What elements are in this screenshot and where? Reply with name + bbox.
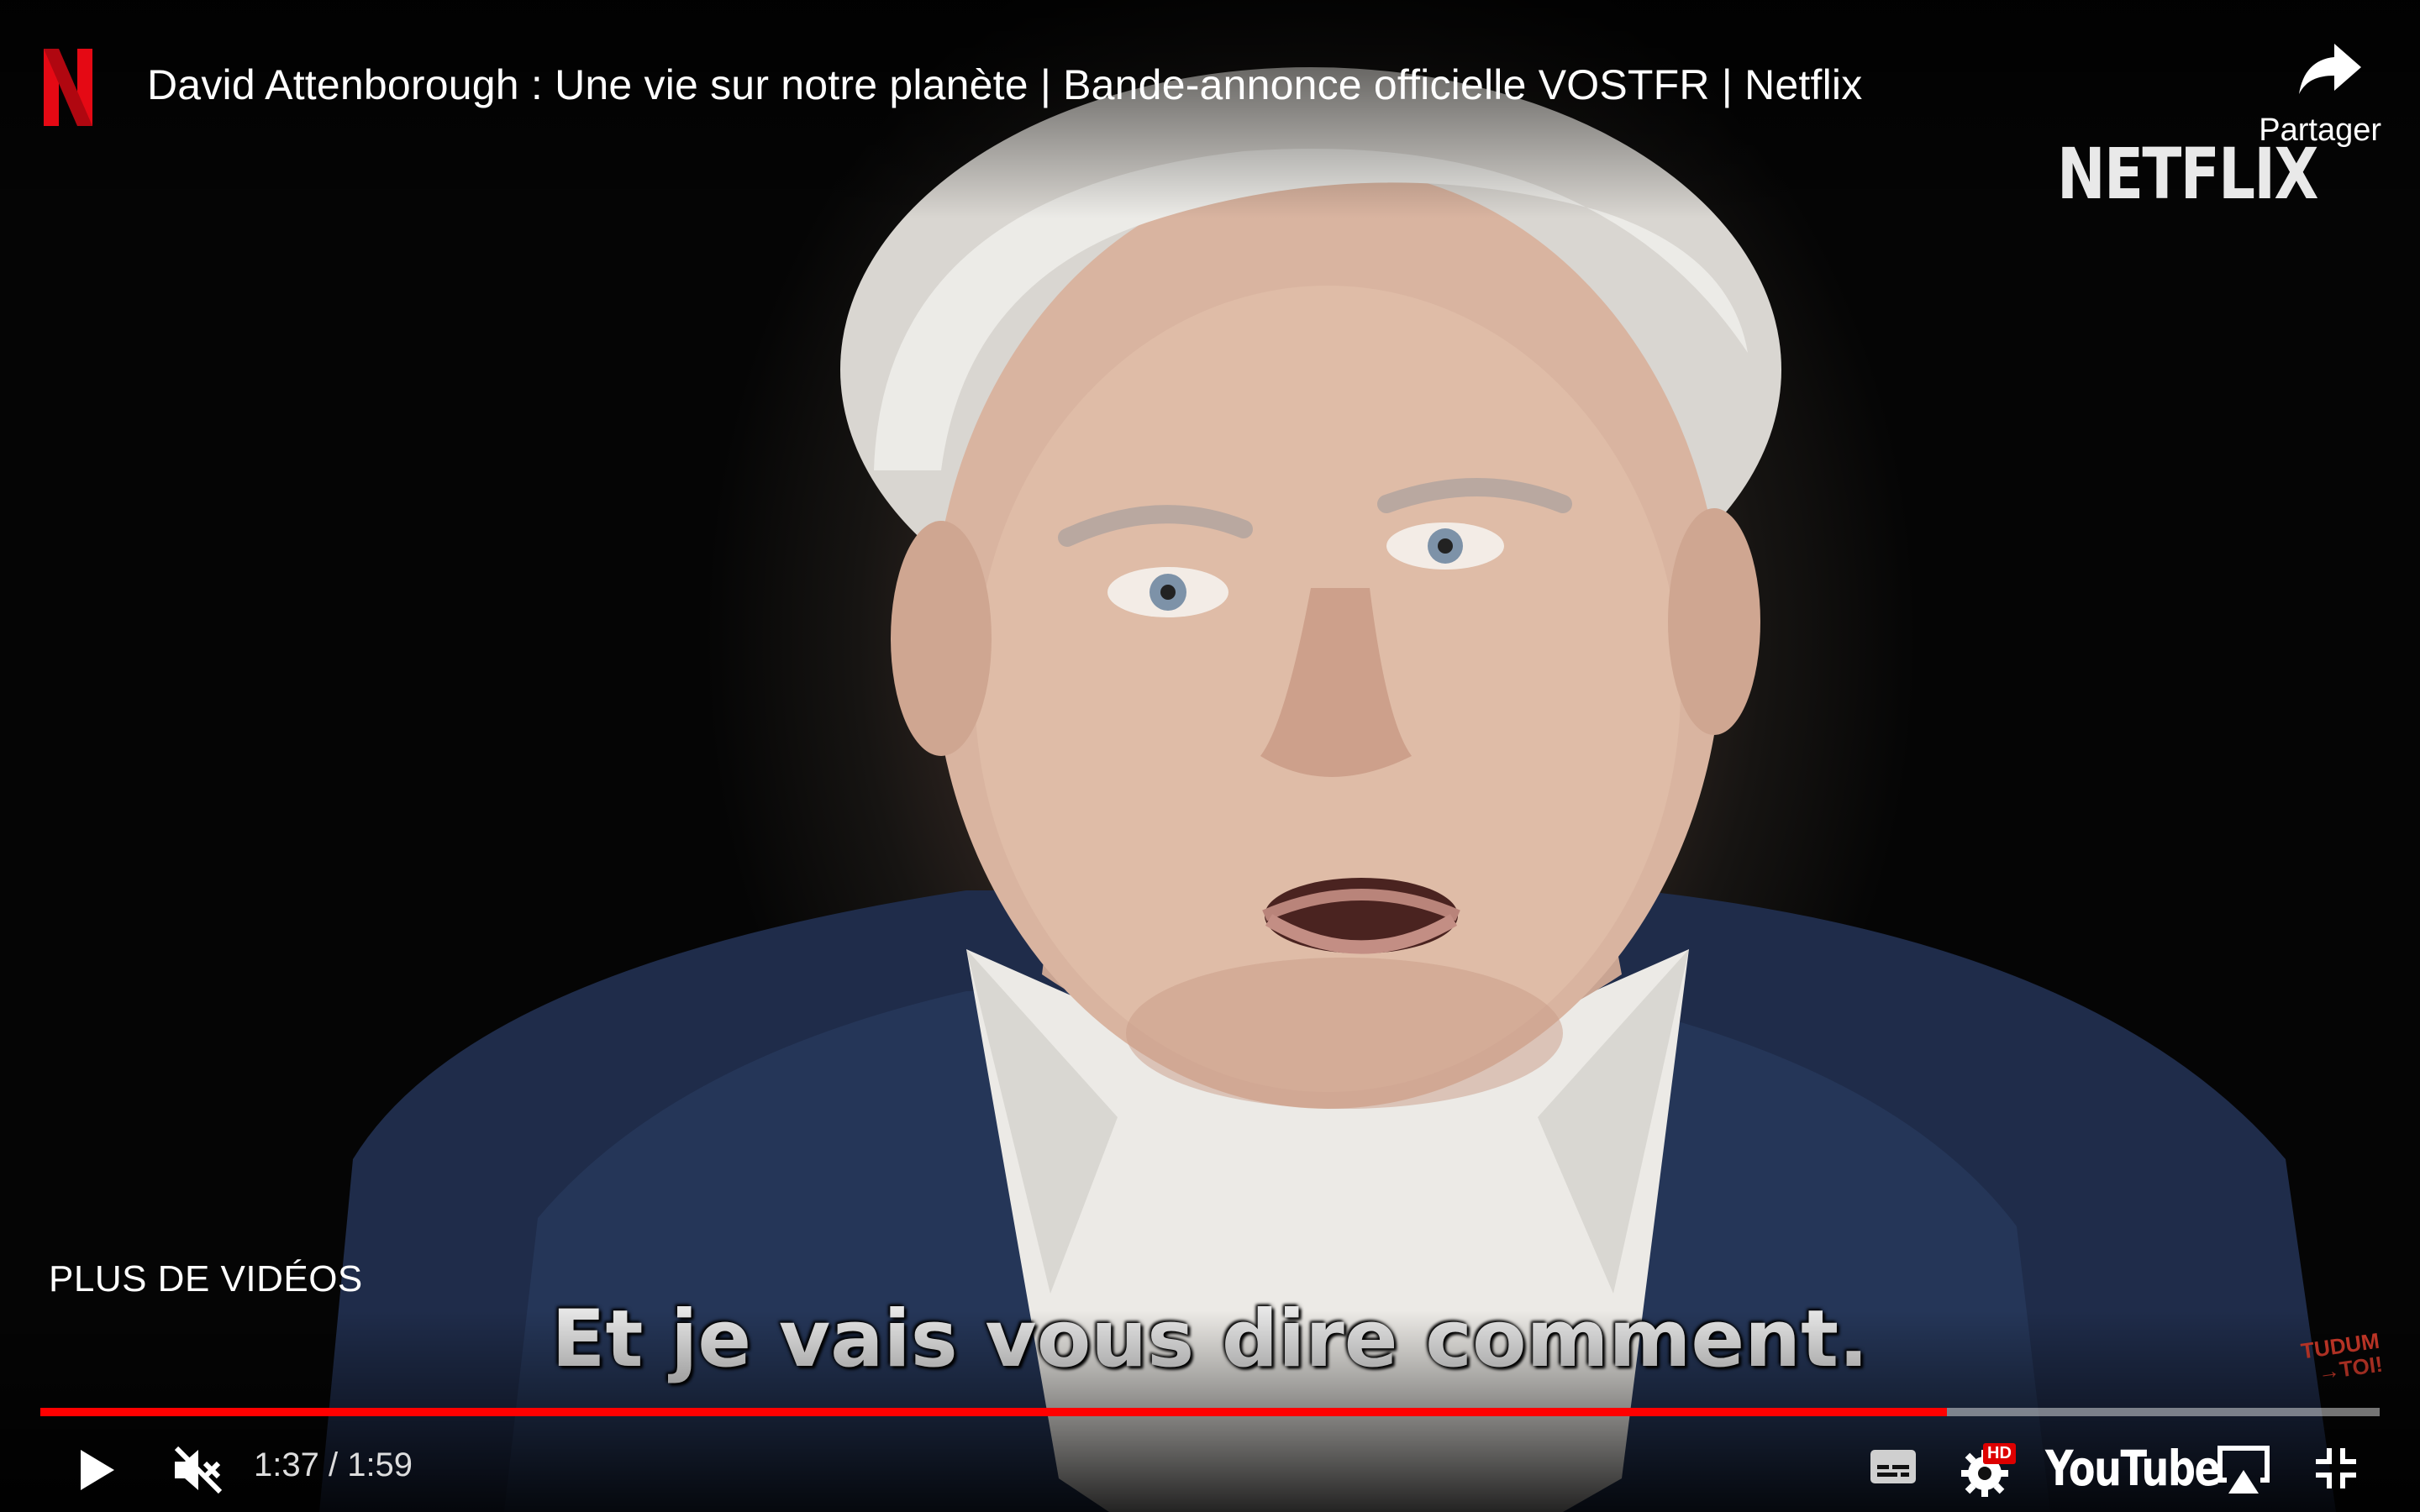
netflix-n-icon[interactable]: [44, 49, 92, 126]
play-icon[interactable]: [77, 1446, 118, 1494]
airplay-icon[interactable]: [2215, 1443, 2272, 1497]
progress-played: [40, 1408, 1947, 1416]
exit-fullscreen-icon[interactable]: [2312, 1445, 2360, 1492]
share-button[interactable]: Partager: [2247, 39, 2381, 148]
time-display: 1:37 / 1:59: [254, 1446, 413, 1483]
volume-muted-icon[interactable]: [171, 1445, 225, 1495]
netflix-watermark: NETFLIX: [2057, 133, 2319, 215]
control-bar: 1:37 / 1:59 HD YouTube: [0, 1428, 2420, 1512]
video-frame[interactable]: [0, 0, 2420, 1512]
video-title[interactable]: David Attenborough : Une vie sur notre p…: [147, 60, 1862, 109]
youtube-logo[interactable]: YouTube: [2045, 1440, 2221, 1497]
hd-badge: HD: [1983, 1443, 2016, 1464]
share-arrow-icon: [2299, 44, 2361, 94]
video-player[interactable]: David Attenborough : Une vie sur notre p…: [0, 0, 2420, 1512]
progress-bar[interactable]: [40, 1408, 2380, 1416]
captions-icon[interactable]: [1869, 1446, 1918, 1487]
video-still-image: [319, 67, 2336, 1512]
